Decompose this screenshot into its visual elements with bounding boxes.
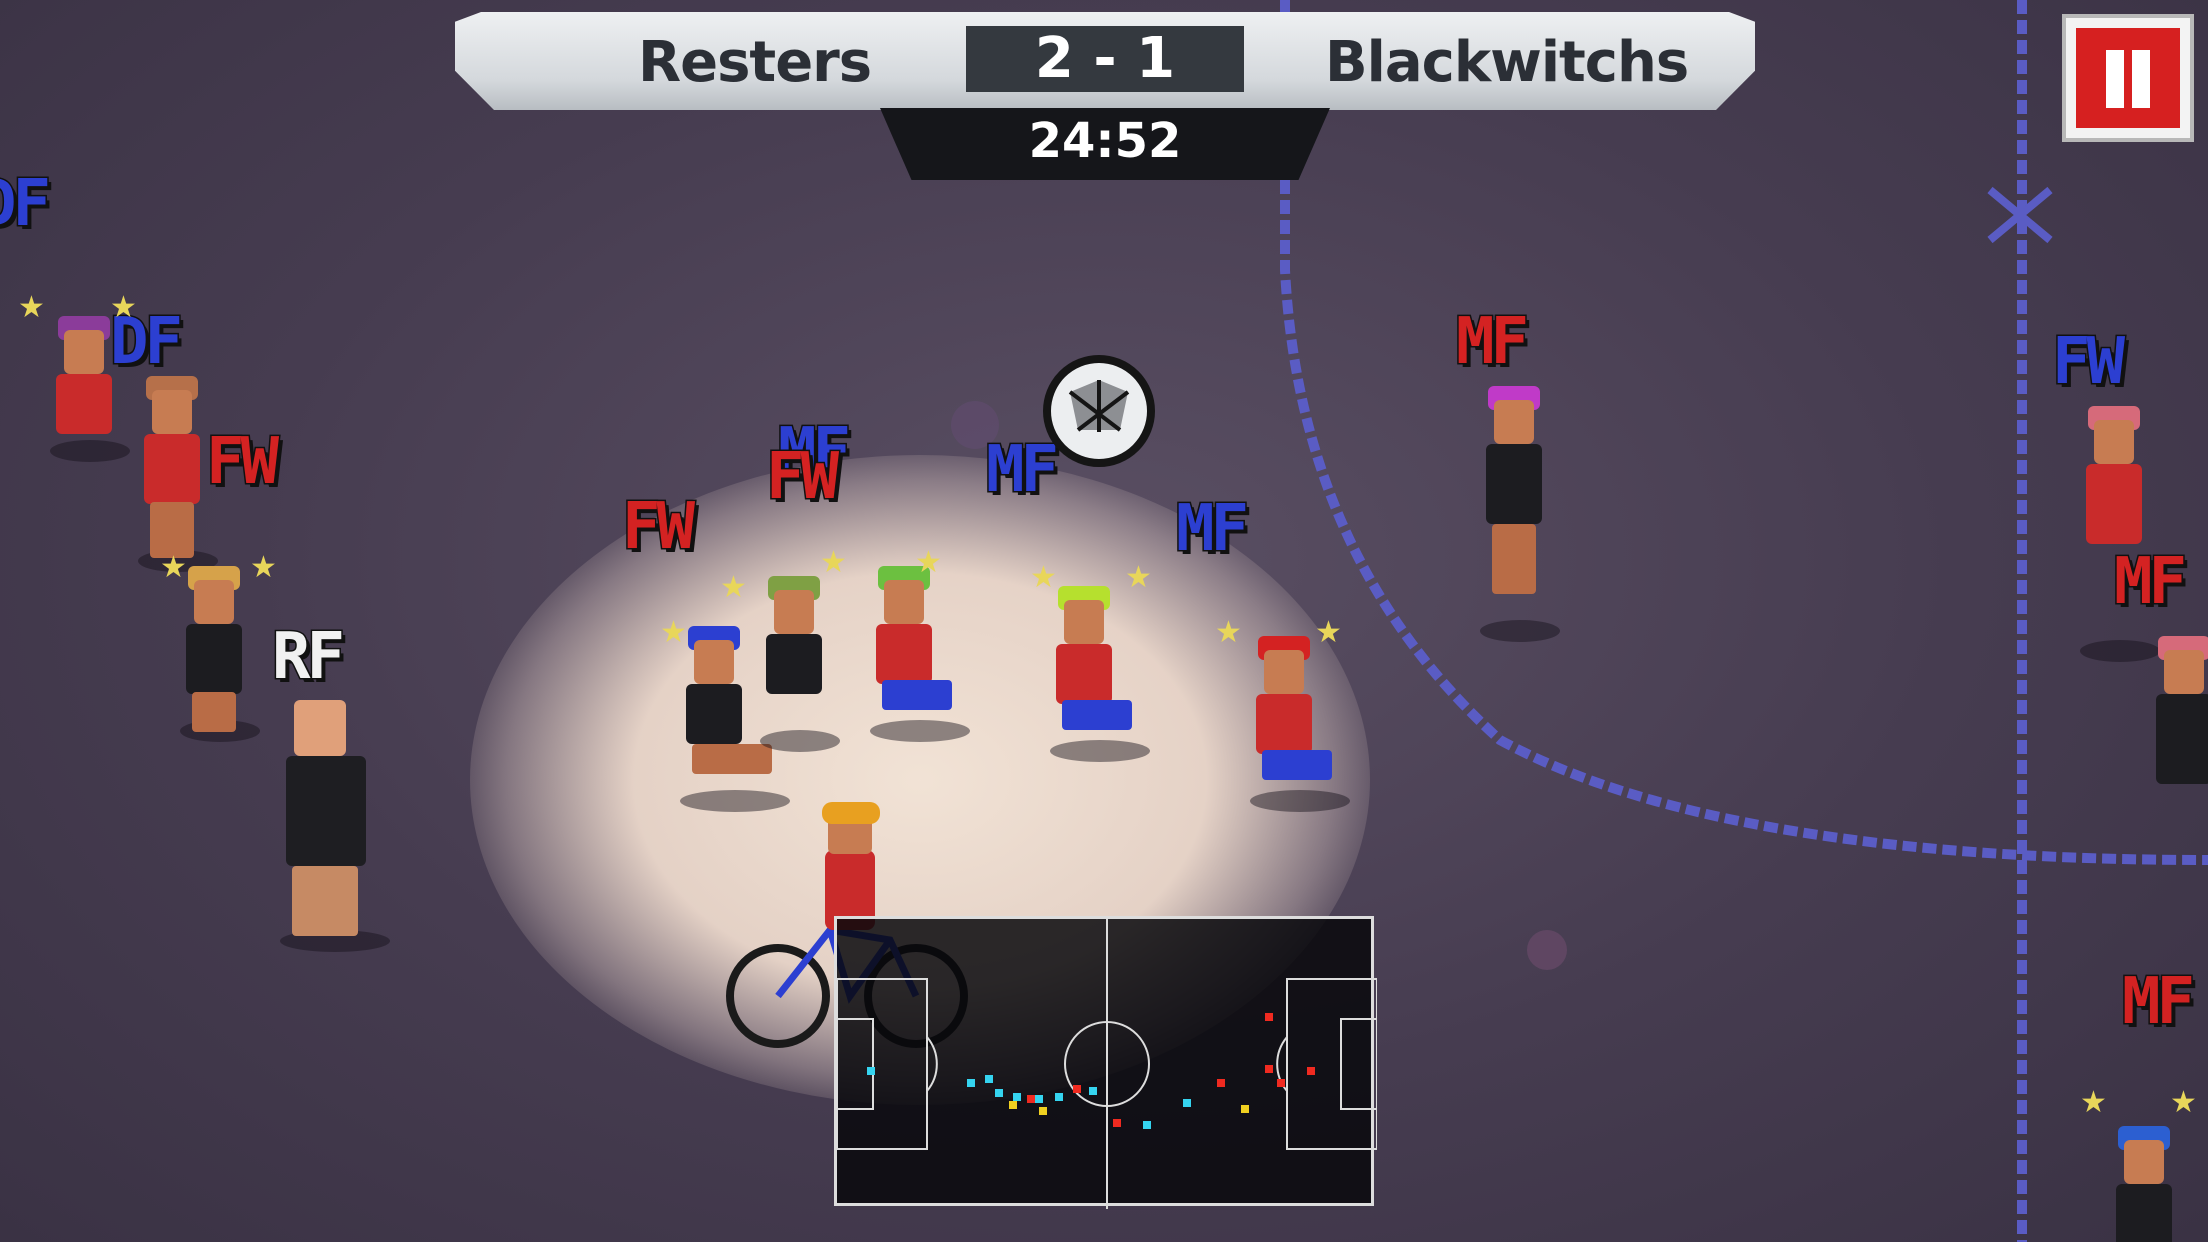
score-display: 2 - 1 bbox=[966, 26, 1244, 92]
away-team-name: Blackwitchs bbox=[1325, 30, 1689, 95]
star-icon: ★ bbox=[915, 545, 942, 580]
star-icon: ★ bbox=[820, 545, 847, 580]
star-icon: ★ bbox=[1125, 560, 1152, 595]
pause-bar-left bbox=[2106, 50, 2124, 108]
star-icon: ★ bbox=[160, 550, 187, 585]
role-tag-fw: FW bbox=[764, 440, 840, 514]
role-tag-mf: MF bbox=[1174, 492, 1250, 566]
role-tag-fw: FW bbox=[2050, 325, 2126, 399]
minimap-field bbox=[837, 919, 1377, 1209]
star-icon: ★ bbox=[1215, 615, 1242, 650]
scoreboard: Resters 2 - 1 Blackwitchs bbox=[455, 12, 1755, 112]
role-tag-mf: MF bbox=[2120, 965, 2196, 1039]
role-tag-rf: RF bbox=[270, 620, 346, 694]
star-icon: ★ bbox=[18, 290, 45, 325]
role-tag-mf: MF bbox=[1454, 305, 1530, 379]
home-team-name: Resters bbox=[638, 30, 872, 95]
role-tag-fw: FW bbox=[620, 490, 696, 564]
pause-icon bbox=[2076, 28, 2180, 128]
pause-bar-right bbox=[2132, 50, 2150, 108]
game-screen: Resters 2 - 1 Blackwitchs 24:52 DF DF FW… bbox=[0, 0, 2208, 1242]
star-icon: ★ bbox=[660, 615, 687, 650]
minimap bbox=[834, 916, 1377, 1209]
star-icon: ★ bbox=[250, 550, 277, 585]
star-icon: ★ bbox=[2170, 1085, 2197, 1120]
star-icon: ★ bbox=[720, 570, 747, 605]
star-icon: ★ bbox=[110, 290, 137, 325]
match-clock: 24:52 bbox=[880, 108, 1330, 180]
star-icon: ★ bbox=[2080, 1085, 2107, 1120]
ball-icon bbox=[1043, 355, 1155, 467]
star-icon: ★ bbox=[1315, 615, 1342, 650]
role-tag-df: DF bbox=[0, 167, 53, 241]
role-tag-fw: FW bbox=[204, 425, 280, 499]
star-icon: ★ bbox=[1030, 560, 1057, 595]
role-tag-mf: MF bbox=[2112, 545, 2188, 619]
pause-button[interactable] bbox=[2062, 14, 2194, 142]
